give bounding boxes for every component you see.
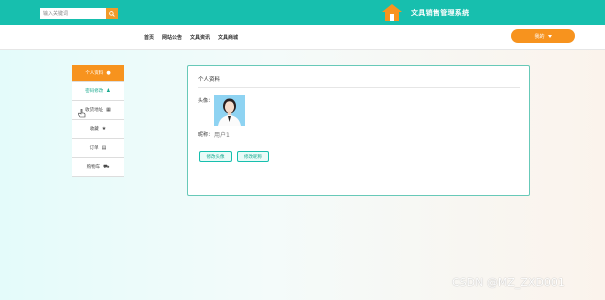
watermark: CSDN @MZ_ZXD001 <box>452 276 565 289</box>
sidebar: 个人资料 ● 密码修改 ♟ 收货地址 ▦ 收藏 ★ 订单 ▤ 购物车 ⛟ <box>72 65 124 177</box>
search-icon <box>109 10 115 17</box>
top-bar: 文具销售管理系统 <box>0 0 605 25</box>
house-logo-icon <box>382 4 402 21</box>
sidebar-item-label: 购物车 <box>86 165 101 170</box>
nav-item-announcements[interactable]: 网站公告 <box>162 34 182 41</box>
divider <box>198 87 520 88</box>
search-button[interactable] <box>106 8 118 19</box>
hand-cursor-icon <box>78 109 86 118</box>
sidebar-item-label: 个人资料 <box>85 71 104 76</box>
sidebar-item-label: 订单 <box>89 146 99 151</box>
search-input[interactable] <box>40 8 106 19</box>
sidebar-item-label: 密码修改 <box>85 89 104 94</box>
edit-nickname-button[interactable]: 修改昵称 <box>237 151 269 162</box>
list-icon: ▤ <box>101 145 107 151</box>
user-icon: ● <box>106 70 111 76</box>
nav-item-shop[interactable]: 文具商城 <box>218 34 238 41</box>
nickname-value: 用户1 <box>214 132 230 139</box>
sidebar-item-label: 收藏 <box>89 127 99 132</box>
nav-item-home[interactable]: 首页 <box>144 34 154 41</box>
sidebar-item-profile[interactable]: 个人资料 ● <box>72 65 124 82</box>
sidebar-item-orders[interactable]: 订单 ▤ <box>72 139 124 158</box>
user-icon: ♟ <box>106 88 111 94</box>
grid-icon: ▦ <box>106 107 111 113</box>
nickname-label: 昵称： <box>198 132 214 138</box>
avatar-portrait <box>214 95 245 126</box>
sidebar-item-label: 收货地址 <box>85 108 104 113</box>
nav-item-news[interactable]: 文具资讯 <box>190 34 210 41</box>
edit-avatar-button[interactable]: 修改头像 <box>199 151 232 162</box>
main-nav: 首页 网站公告 文具资讯 文具商城 <box>144 34 238 41</box>
sidebar-item-password[interactable]: 密码修改 ♟ <box>72 82 124 101</box>
sidebar-item-cart[interactable]: 购物车 ⛟ <box>72 158 124 177</box>
cart-icon: ⛟ <box>103 163 110 170</box>
avatar-label: 头像： <box>198 98 214 104</box>
chevron-down-icon <box>547 34 552 38</box>
search-box <box>40 8 118 19</box>
user-menu-label: 我的 <box>534 33 545 40</box>
star-icon: ★ <box>101 126 107 132</box>
app-title: 文具销售管理系统 <box>411 9 470 17</box>
avatar <box>214 95 245 126</box>
user-menu-button[interactable]: 我的 <box>511 29 575 43</box>
panel-title: 个人资料 <box>198 77 221 83</box>
sidebar-item-favorites[interactable]: 收藏 ★ <box>72 120 124 139</box>
profile-panel: 个人资料 头像： 昵称： 用户1 修改头像 修改昵称 <box>187 65 530 196</box>
